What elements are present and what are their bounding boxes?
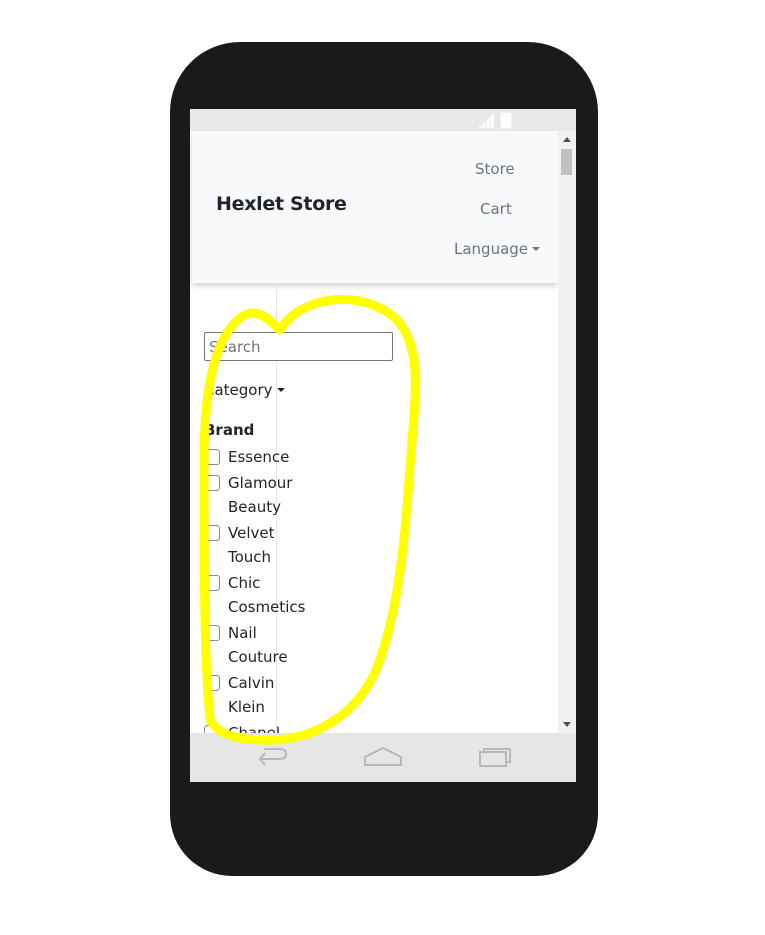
scrollbar[interactable] xyxy=(558,131,576,733)
navbar-brand[interactable]: Hexlet Store xyxy=(216,193,347,215)
brand-label: Chic Cosmetics xyxy=(228,574,306,616)
battery-icon xyxy=(500,112,512,129)
caret-down-icon xyxy=(276,388,285,392)
brand-label: Chanel xyxy=(228,724,281,733)
brand-option-calvin-klein[interactable]: Calvin Klein xyxy=(204,671,314,719)
brand-option-chic-cosmetics[interactable]: Chic Cosmetics xyxy=(204,571,314,619)
search-input[interactable] xyxy=(204,332,393,361)
scroll-up-arrow-icon[interactable] xyxy=(563,137,571,142)
category-label: Category xyxy=(204,381,273,399)
brand-option-velvet-touch[interactable]: Velvet Touch xyxy=(204,521,314,569)
brand-heading: Brand xyxy=(204,421,255,439)
scroll-down-arrow-icon[interactable] xyxy=(563,722,571,727)
brand-label: Glamour Beauty xyxy=(228,474,293,516)
brand-option-nail-couture[interactable]: Nail Couture xyxy=(204,621,314,669)
brand-checkbox[interactable] xyxy=(204,525,220,541)
recent-apps-icon[interactable] xyxy=(477,745,513,769)
android-nav-bar xyxy=(190,733,576,782)
browser-viewport[interactable]: Hexlet Store Store Cart Language Categor… xyxy=(190,131,576,733)
brand-label: Velvet Touch xyxy=(228,524,275,566)
nav-language-dropdown[interactable]: Language xyxy=(454,240,541,258)
brand-label: Essence xyxy=(228,448,290,466)
nav-language-label: Language xyxy=(454,240,529,258)
brand-checkbox[interactable] xyxy=(204,675,220,691)
brand-checkbox[interactable] xyxy=(204,725,220,733)
brand-checkbox[interactable] xyxy=(204,449,220,465)
brand-checkbox[interactable] xyxy=(204,575,220,591)
navbar: Hexlet Store Store Cart Language xyxy=(192,131,558,283)
status-bar xyxy=(190,109,576,131)
nav-link-store[interactable]: Store xyxy=(475,160,515,178)
brand-label: Nail Couture xyxy=(228,624,288,666)
brand-checkbox[interactable] xyxy=(204,475,220,491)
brand-label: Calvin Klein xyxy=(228,674,275,716)
category-dropdown[interactable]: Category xyxy=(204,381,285,399)
caret-down-icon xyxy=(532,247,541,251)
brand-option-chanel[interactable]: Chanel xyxy=(204,721,314,733)
scroll-thumb[interactable] xyxy=(561,149,572,175)
home-icon[interactable] xyxy=(363,745,403,769)
brand-option-essence[interactable]: Essence xyxy=(204,445,314,469)
phone-screen: Hexlet Store Store Cart Language Categor… xyxy=(190,109,576,782)
signal-icon xyxy=(478,113,494,128)
nav-link-cart[interactable]: Cart xyxy=(480,200,512,218)
brand-option-glamour-beauty[interactable]: Glamour Beauty xyxy=(204,471,314,519)
back-icon[interactable] xyxy=(254,745,290,769)
brand-filter-list: Essence Glamour Beauty Velvet Touch Chic… xyxy=(204,445,314,733)
brand-checkbox[interactable] xyxy=(204,625,220,641)
